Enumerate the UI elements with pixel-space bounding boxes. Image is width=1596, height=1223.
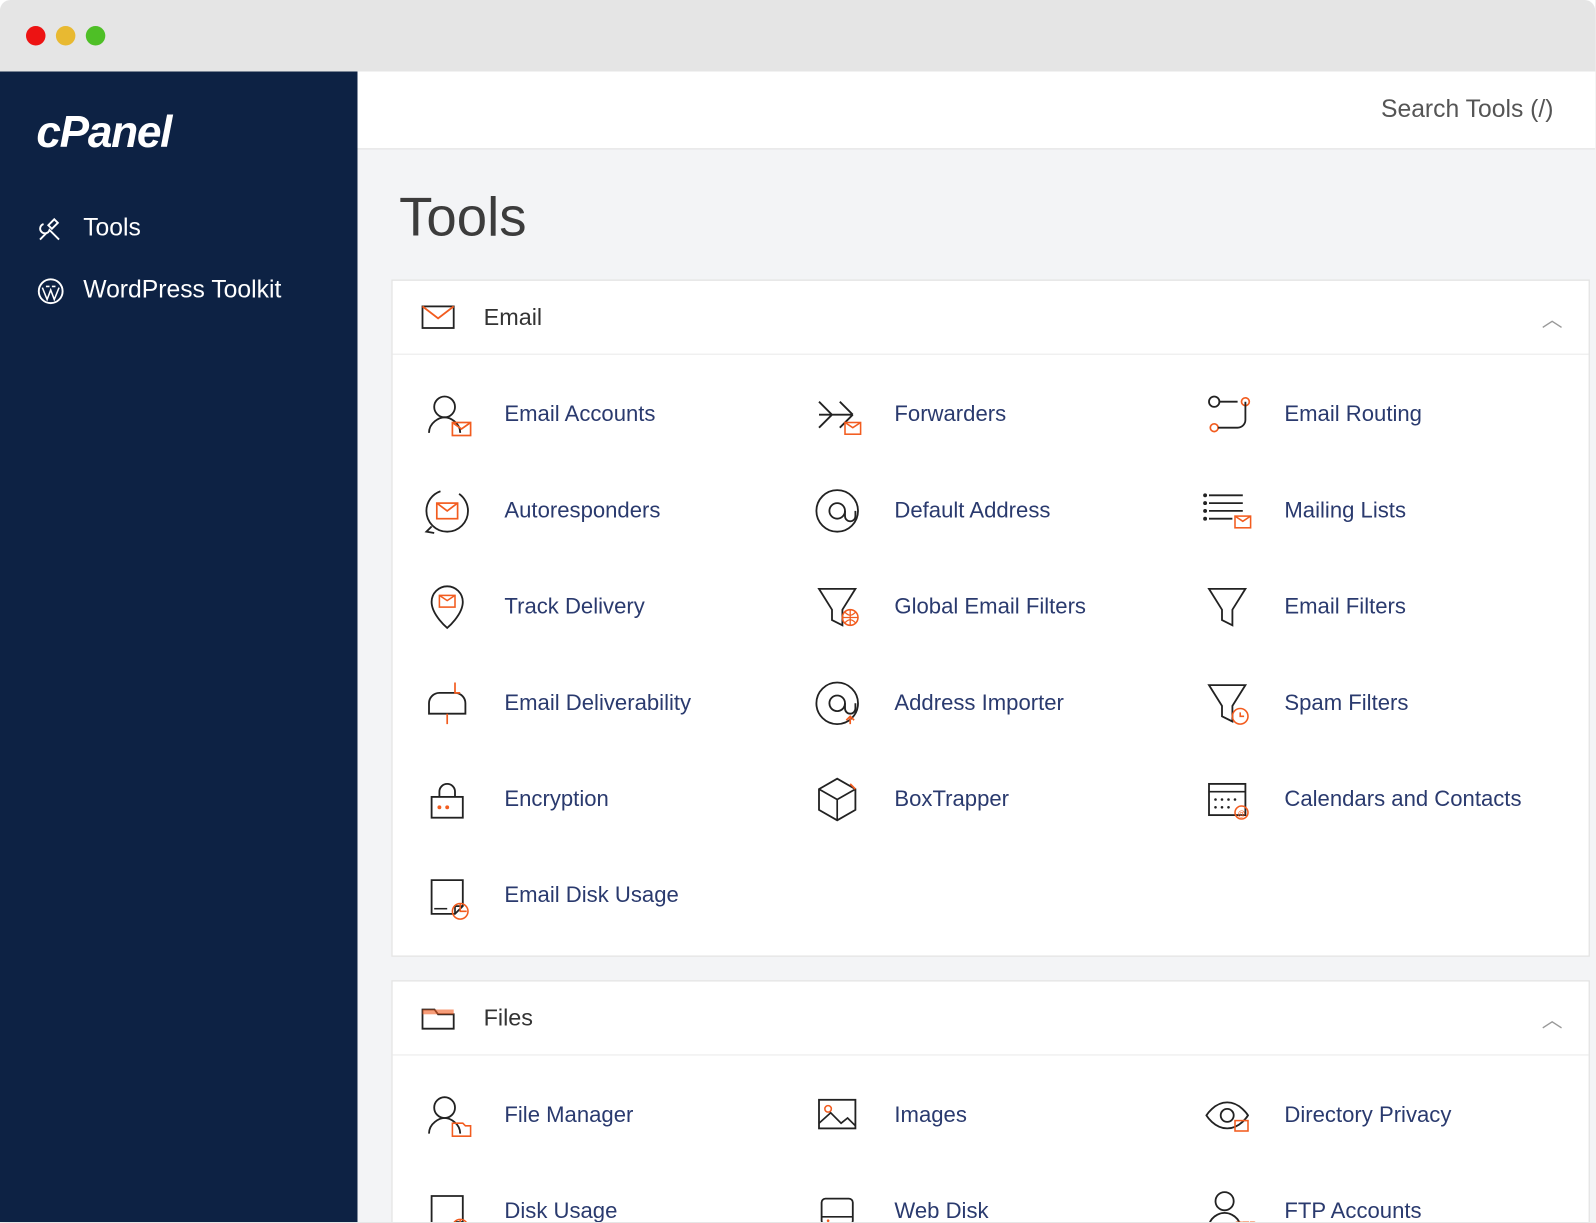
tool-label: Autoresponders: [504, 498, 660, 524]
tool-label: Images: [894, 1102, 966, 1128]
section-header-files[interactable]: Files ︿: [393, 981, 1589, 1055]
brand-logo: cPanel: [0, 108, 358, 198]
tool-mailing-lists[interactable]: Mailing Lists: [1186, 474, 1576, 547]
address-importer-icon: [809, 675, 866, 732]
tool-label: Email Routing: [1284, 402, 1422, 428]
tool-label: FTP Accounts: [1284, 1199, 1421, 1222]
window-zoom-dot[interactable]: [86, 26, 106, 46]
track-delivery-icon: [419, 579, 476, 636]
section-body-files: File Manager Images Directory Privacy Di…: [393, 1056, 1589, 1222]
sidebar-item-wordpress-toolkit[interactable]: WordPress Toolkit: [0, 260, 358, 322]
tool-default-address[interactable]: Default Address: [796, 474, 1186, 547]
section-title: Email: [484, 304, 1516, 331]
tool-email-disk-usage[interactable]: Email Disk Usage: [406, 859, 796, 932]
tool-label: Address Importer: [894, 690, 1064, 716]
tool-email-accounts[interactable]: Email Accounts: [406, 378, 796, 451]
tool-label: Forwarders: [894, 402, 1006, 428]
tool-web-disk[interactable]: Web Disk: [796, 1175, 1186, 1222]
search-input[interactable]: Search Tools (/): [1381, 96, 1554, 125]
tool-label: Email Deliverability: [504, 690, 691, 716]
tool-email-routing[interactable]: Email Routing: [1186, 378, 1576, 451]
default-address-icon: [809, 482, 866, 539]
tool-label: Track Delivery: [504, 594, 644, 620]
tool-label: Calendars and Contacts: [1284, 787, 1521, 813]
directory-privacy-icon: [1199, 1087, 1256, 1144]
file-manager-icon: [419, 1087, 476, 1144]
sidebar-item-label: WordPress Toolkit: [83, 277, 281, 306]
tool-label: Email Accounts: [504, 402, 655, 428]
window-close-dot[interactable]: [26, 26, 46, 46]
tool-forwarders[interactable]: Forwarders: [796, 378, 1186, 451]
tool-disk-usage[interactable]: Disk Usage: [406, 1175, 796, 1222]
email-deliverability-icon: [419, 675, 476, 732]
tool-label: Global Email Filters: [894, 594, 1086, 620]
sidebar: cPanel Tools WordPress Toolkit: [0, 72, 358, 1223]
images-icon: [809, 1087, 866, 1144]
folder-icon: [419, 1004, 458, 1033]
autoresponders-icon: [419, 482, 476, 539]
tool-label: File Manager: [504, 1102, 633, 1128]
topbar: Search Tools (/): [358, 72, 1596, 150]
tool-label: Email Filters: [1284, 594, 1406, 620]
tool-label: Mailing Lists: [1284, 498, 1406, 524]
tool-spam-filters[interactable]: Spam Filters: [1186, 667, 1576, 740]
tool-calendars-contacts[interactable]: Calendars and Contacts: [1186, 763, 1576, 836]
web-disk-icon: [809, 1183, 866, 1222]
tool-label: Directory Privacy: [1284, 1102, 1451, 1128]
envelope-icon: [419, 303, 458, 332]
tool-address-importer[interactable]: Address Importer: [796, 667, 1186, 740]
spam-filters-icon: [1199, 675, 1256, 732]
tool-label: Spam Filters: [1284, 690, 1408, 716]
wordpress-icon: [36, 277, 65, 306]
encryption-icon: [419, 771, 476, 828]
page-title: Tools: [399, 186, 1595, 248]
chevron-up-icon: ︿: [1542, 302, 1563, 333]
disk-usage-icon: [419, 1183, 476, 1222]
tool-label: Email Disk Usage: [504, 883, 678, 909]
window-minimize-dot[interactable]: [56, 26, 75, 46]
boxtrapper-icon: [809, 771, 866, 828]
tool-label: Encryption: [504, 787, 608, 813]
ftp-accounts-icon: [1199, 1183, 1256, 1222]
email-disk-usage-icon: [419, 867, 476, 924]
email-filters-icon: [1199, 579, 1256, 636]
tool-global-email-filters[interactable]: Global Email Filters: [796, 571, 1186, 644]
section-email: Email ︿ Email Accounts Forwarders Email …: [391, 280, 1590, 957]
section-files: Files ︿ File Manager Images Directory Pr…: [391, 980, 1590, 1222]
cpanel-window: cPanel Tools WordPress Toolkit Search To…: [0, 0, 1595, 1222]
sidebar-item-tools[interactable]: Tools: [0, 198, 358, 260]
sidebar-item-label: Tools: [83, 214, 141, 243]
tool-label: BoxTrapper: [894, 787, 1009, 813]
tool-track-delivery[interactable]: Track Delivery: [406, 571, 796, 644]
brand-text: cPanel: [36, 108, 171, 157]
forwarders-icon: [809, 386, 866, 443]
tool-encryption[interactable]: Encryption: [406, 763, 796, 836]
section-body-email: Email Accounts Forwarders Email Routing …: [393, 355, 1589, 956]
tool-ftp-accounts[interactable]: FTP Accounts: [1186, 1175, 1576, 1222]
calendars-contacts-icon: [1199, 771, 1256, 828]
tool-email-filters[interactable]: Email Filters: [1186, 571, 1576, 644]
tool-autoresponders[interactable]: Autoresponders: [406, 474, 796, 547]
tool-email-deliverability[interactable]: Email Deliverability: [406, 667, 796, 740]
tool-label: Web Disk: [894, 1199, 988, 1222]
email-accounts-icon: [419, 386, 476, 443]
tool-label: Disk Usage: [504, 1199, 617, 1222]
section-title: Files: [484, 1004, 1516, 1031]
tool-label: Default Address: [894, 498, 1050, 524]
chevron-up-icon: ︿: [1542, 1002, 1563, 1033]
email-routing-icon: [1199, 386, 1256, 443]
tool-boxtrapper[interactable]: BoxTrapper: [796, 763, 1186, 836]
global-filters-icon: [809, 579, 866, 636]
tool-file-manager[interactable]: File Manager: [406, 1079, 796, 1152]
tool-images[interactable]: Images: [796, 1079, 1186, 1152]
window-titlebar: [0, 0, 1595, 72]
tool-directory-privacy[interactable]: Directory Privacy: [1186, 1079, 1576, 1152]
section-header-email[interactable]: Email ︿: [393, 281, 1589, 355]
mailing-lists-icon: [1199, 482, 1256, 539]
tools-icon: [36, 214, 65, 243]
main-area: Search Tools (/) Tools Email ︿ Email Acc…: [358, 72, 1596, 1223]
